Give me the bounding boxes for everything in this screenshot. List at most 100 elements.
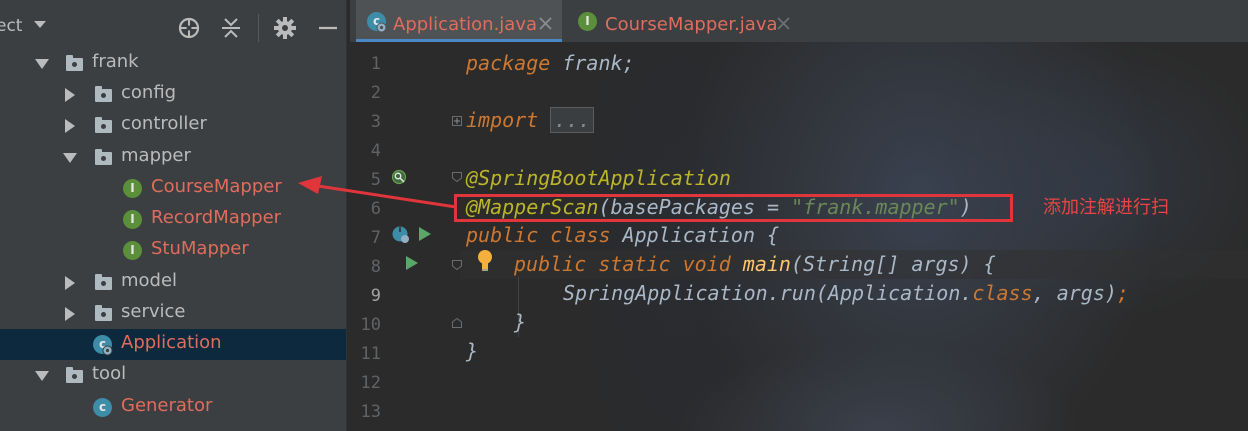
tree-node-label: frank: [92, 51, 139, 72]
close-icon[interactable]: [539, 17, 552, 30]
closing-brace: }: [466, 339, 479, 363]
code-line-1[interactable]: package frank;: [466, 51, 635, 75]
semicolon: ;: [1116, 281, 1129, 305]
editor-tab-bar: c Application.java I CourseMapper.java: [350, 0, 1248, 42]
tree-node-generator[interactable]: c Generator: [0, 392, 346, 423]
locate-target-icon[interactable]: [177, 16, 201, 40]
toolbar-separator: [258, 14, 259, 42]
tab-coursemapper-java[interactable]: I CourseMapper.java: [570, 0, 800, 42]
tree-node-service[interactable]: service: [0, 298, 346, 329]
folded-imports[interactable]: ...: [550, 107, 595, 133]
code-line-3[interactable]: import ...: [466, 107, 595, 133]
code-line-10[interactable]: public static void main(String[] args) {: [514, 252, 996, 276]
spring-bean-icon[interactable]: [391, 169, 409, 187]
collapsed-arrow-icon[interactable]: [63, 119, 77, 133]
tab-label: Application.java: [393, 14, 538, 35]
tree-node-label: mapper: [121, 145, 191, 166]
run-icon[interactable]: [418, 226, 432, 242]
expanded-arrow-icon[interactable]: [35, 369, 49, 383]
tree-node-tool[interactable]: tool: [0, 360, 346, 391]
interface-icon: I: [123, 210, 143, 230]
tree-node-mapper[interactable]: mapper: [0, 142, 346, 173]
project-tool-window: ect frank config controller mapper I Cou…: [0, 0, 346, 431]
tree-node-stumapper[interactable]: I StuMapper: [0, 235, 346, 266]
project-view-title[interactable]: ect: [0, 16, 22, 36]
line-number: 1: [370, 54, 381, 74]
package-folder-icon: [93, 273, 113, 293]
tree-node-label: RecordMapper: [151, 207, 282, 228]
keyword-public-static-void: public static void: [514, 252, 731, 276]
interface-icon: I: [578, 12, 598, 32]
code-line-12[interactable]: }: [514, 310, 526, 334]
tree-node-label: service: [121, 301, 186, 322]
keyword-public-class: public class: [466, 223, 611, 247]
tree-node-model[interactable]: model: [0, 267, 346, 298]
minimize-icon[interactable]: [316, 16, 340, 40]
line-number: 2: [370, 83, 381, 103]
call-args: , args): [1032, 281, 1117, 305]
line-number: 13: [360, 402, 381, 422]
tree-node-config[interactable]: config: [0, 79, 346, 110]
package-folder-icon: [93, 148, 113, 168]
collapsed-arrow-icon[interactable]: [63, 307, 77, 321]
line-number: 6: [370, 199, 381, 219]
tree-node-frank[interactable]: frank: [0, 48, 346, 79]
tree-node-controller[interactable]: controller: [0, 110, 346, 141]
package-folder-icon: [64, 54, 84, 74]
expanded-arrow-icon[interactable]: [35, 57, 49, 71]
keyword-class: class: [972, 281, 1033, 305]
tree-node-application[interactable]: c Application: [0, 329, 346, 360]
tree-node-label: tool: [92, 363, 127, 384]
tree-node-label: Application: [121, 332, 222, 353]
tree-node-label: CourseMapper: [151, 176, 282, 197]
collapsed-arrow-icon[interactable]: [63, 276, 77, 290]
editor-gutter: 1 2 3 4 5 6 7 8 9 10 11 12 13 14: [350, 42, 462, 431]
line-number: 8: [370, 257, 381, 277]
code-line-11[interactable]: SpringApplication.run(Application.class,…: [563, 281, 1129, 305]
spring-application-icon[interactable]: [391, 225, 411, 245]
interface-icon: I: [123, 241, 143, 261]
tab-application-java[interactable]: c Application.java: [356, 0, 562, 42]
annotation-note: 添加注解进行扫: [1043, 197, 1169, 218]
expanded-arrow-icon[interactable]: [63, 151, 77, 165]
tree-node-recordmapper[interactable]: I RecordMapper: [0, 204, 346, 235]
line-number: 7: [370, 228, 381, 248]
interface-icon: I: [123, 179, 143, 199]
code-editor[interactable]: c Application.java I CourseMapper.java 1…: [350, 0, 1248, 431]
line-number: 4: [370, 141, 381, 161]
closing-brace: }: [514, 310, 527, 334]
chevron-down-icon[interactable]: [34, 21, 46, 29]
line-number: 9: [370, 286, 381, 306]
fold-collapse-icon[interactable]: [452, 172, 462, 182]
collapsed-arrow-icon[interactable]: [63, 88, 77, 102]
gear-icon[interactable]: [273, 16, 297, 40]
line-number: 5: [370, 170, 381, 190]
keyword-import: import: [466, 108, 539, 132]
fold-expand-icon[interactable]: [452, 116, 462, 126]
line-number: 11: [360, 344, 381, 364]
code-line-7[interactable]: @SpringBootApplication: [466, 166, 731, 190]
collapse-all-icon[interactable]: [219, 16, 243, 40]
tree-node-label: StuMapper: [151, 238, 249, 259]
keyword-package: package: [466, 51, 551, 75]
tab-label: CourseMapper.java: [605, 14, 778, 35]
code-line-13[interactable]: }: [466, 339, 478, 363]
fold-end-icon[interactable]: [452, 318, 462, 328]
code-line-9[interactable]: public class Application {: [466, 223, 779, 247]
lightbulb-icon[interactable]: [476, 249, 494, 273]
annotation-springbootapplication: @SpringBootApplication: [466, 166, 731, 190]
fold-collapse-icon[interactable]: [452, 260, 462, 270]
package-name: frank;: [550, 51, 635, 75]
run-icon[interactable]: [405, 255, 419, 271]
close-icon[interactable]: [777, 17, 790, 30]
class-name: Application {: [610, 223, 780, 247]
package-folder-icon: [93, 116, 113, 136]
method-call: SpringApplication.run(Application.: [563, 281, 973, 305]
line-number: 12: [360, 373, 381, 393]
tree-node-label: config: [121, 82, 177, 103]
line-number: 3: [370, 112, 381, 132]
tree-node-label: Generator: [121, 395, 213, 416]
tree-node-coursemapper[interactable]: I CourseMapper: [0, 173, 346, 204]
project-toolbar: ect: [0, 0, 346, 48]
spring-class-icon: c: [93, 335, 113, 356]
